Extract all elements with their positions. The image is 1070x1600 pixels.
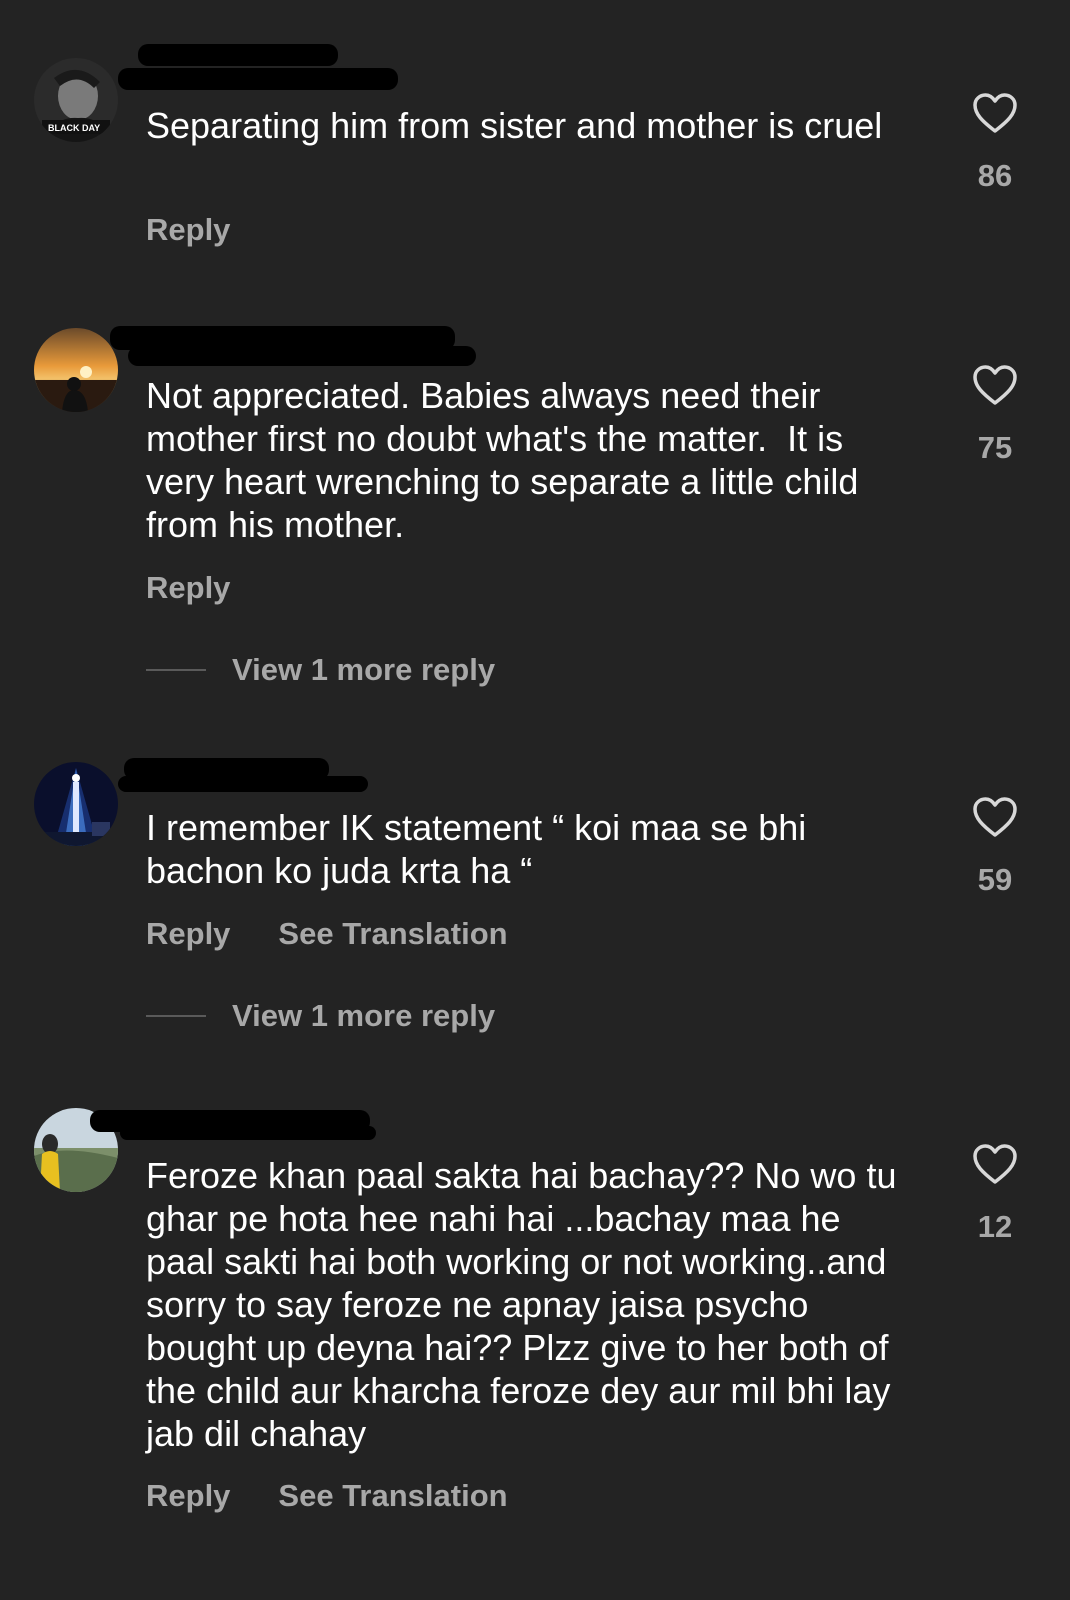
- like-control: 86: [952, 92, 1038, 194]
- avatar[interactable]: [34, 328, 118, 412]
- avatar[interactable]: [34, 762, 118, 846]
- comment-actions: Reply See Translation: [146, 1478, 508, 1514]
- heart-icon[interactable]: [972, 364, 1018, 406]
- redacted-username: [118, 776, 368, 792]
- like-count: 12: [977, 1209, 1013, 1244]
- view-more-label: View 1 more reply: [232, 652, 496, 687]
- comment-actions: Reply: [146, 212, 230, 248]
- view-more-replies[interactable]: View 1 more reply: [146, 652, 495, 688]
- view-more-label: View 1 more reply: [232, 998, 496, 1033]
- divider-line: [146, 669, 206, 671]
- see-translation-button[interactable]: See Translation: [278, 916, 507, 952]
- like-count: 86: [977, 158, 1013, 193]
- black-day-avatar-icon: BLACK DAY: [34, 58, 118, 142]
- avatar-logo-text: BLACK DAY: [48, 123, 100, 133]
- comment-text: Feroze khan paal sakta hai bachay?? No w…: [146, 1155, 907, 1454]
- sunset-avatar-icon: [34, 328, 118, 412]
- like-count: 75: [977, 430, 1013, 465]
- redacted-username: [120, 1126, 376, 1140]
- tower-lights-avatar-icon: [34, 762, 118, 846]
- reply-button[interactable]: Reply: [146, 916, 230, 952]
- comment-text: Not appreciated. Babies always need thei…: [146, 375, 869, 545]
- view-more-replies[interactable]: View 1 more reply: [146, 998, 495, 1034]
- avatar[interactable]: BLACK DAY: [34, 58, 118, 142]
- reply-button[interactable]: Reply: [146, 1478, 230, 1514]
- redacted-username: [138, 44, 338, 66]
- like-control: 75: [952, 364, 1038, 466]
- redacted-username: [118, 68, 398, 90]
- heart-icon[interactable]: [972, 92, 1018, 134]
- comment-text: I remember IK statement “ koi maa se bhi…: [146, 807, 817, 891]
- comment-actions: Reply: [146, 570, 230, 606]
- heart-icon[interactable]: [972, 1143, 1018, 1185]
- like-count: 59: [977, 862, 1013, 897]
- divider-line: [146, 1015, 206, 1017]
- see-translation-button[interactable]: See Translation: [278, 1478, 507, 1514]
- comment-actions: Reply See Translation: [146, 916, 508, 952]
- like-control: 59: [952, 796, 1038, 898]
- redacted-username: [128, 346, 476, 366]
- reply-button[interactable]: Reply: [146, 570, 230, 606]
- reply-button[interactable]: Reply: [146, 212, 230, 248]
- comment-text: Separating him from sister and mother is…: [146, 105, 883, 146]
- heart-icon[interactable]: [972, 796, 1018, 838]
- like-control: 12: [952, 1143, 1038, 1245]
